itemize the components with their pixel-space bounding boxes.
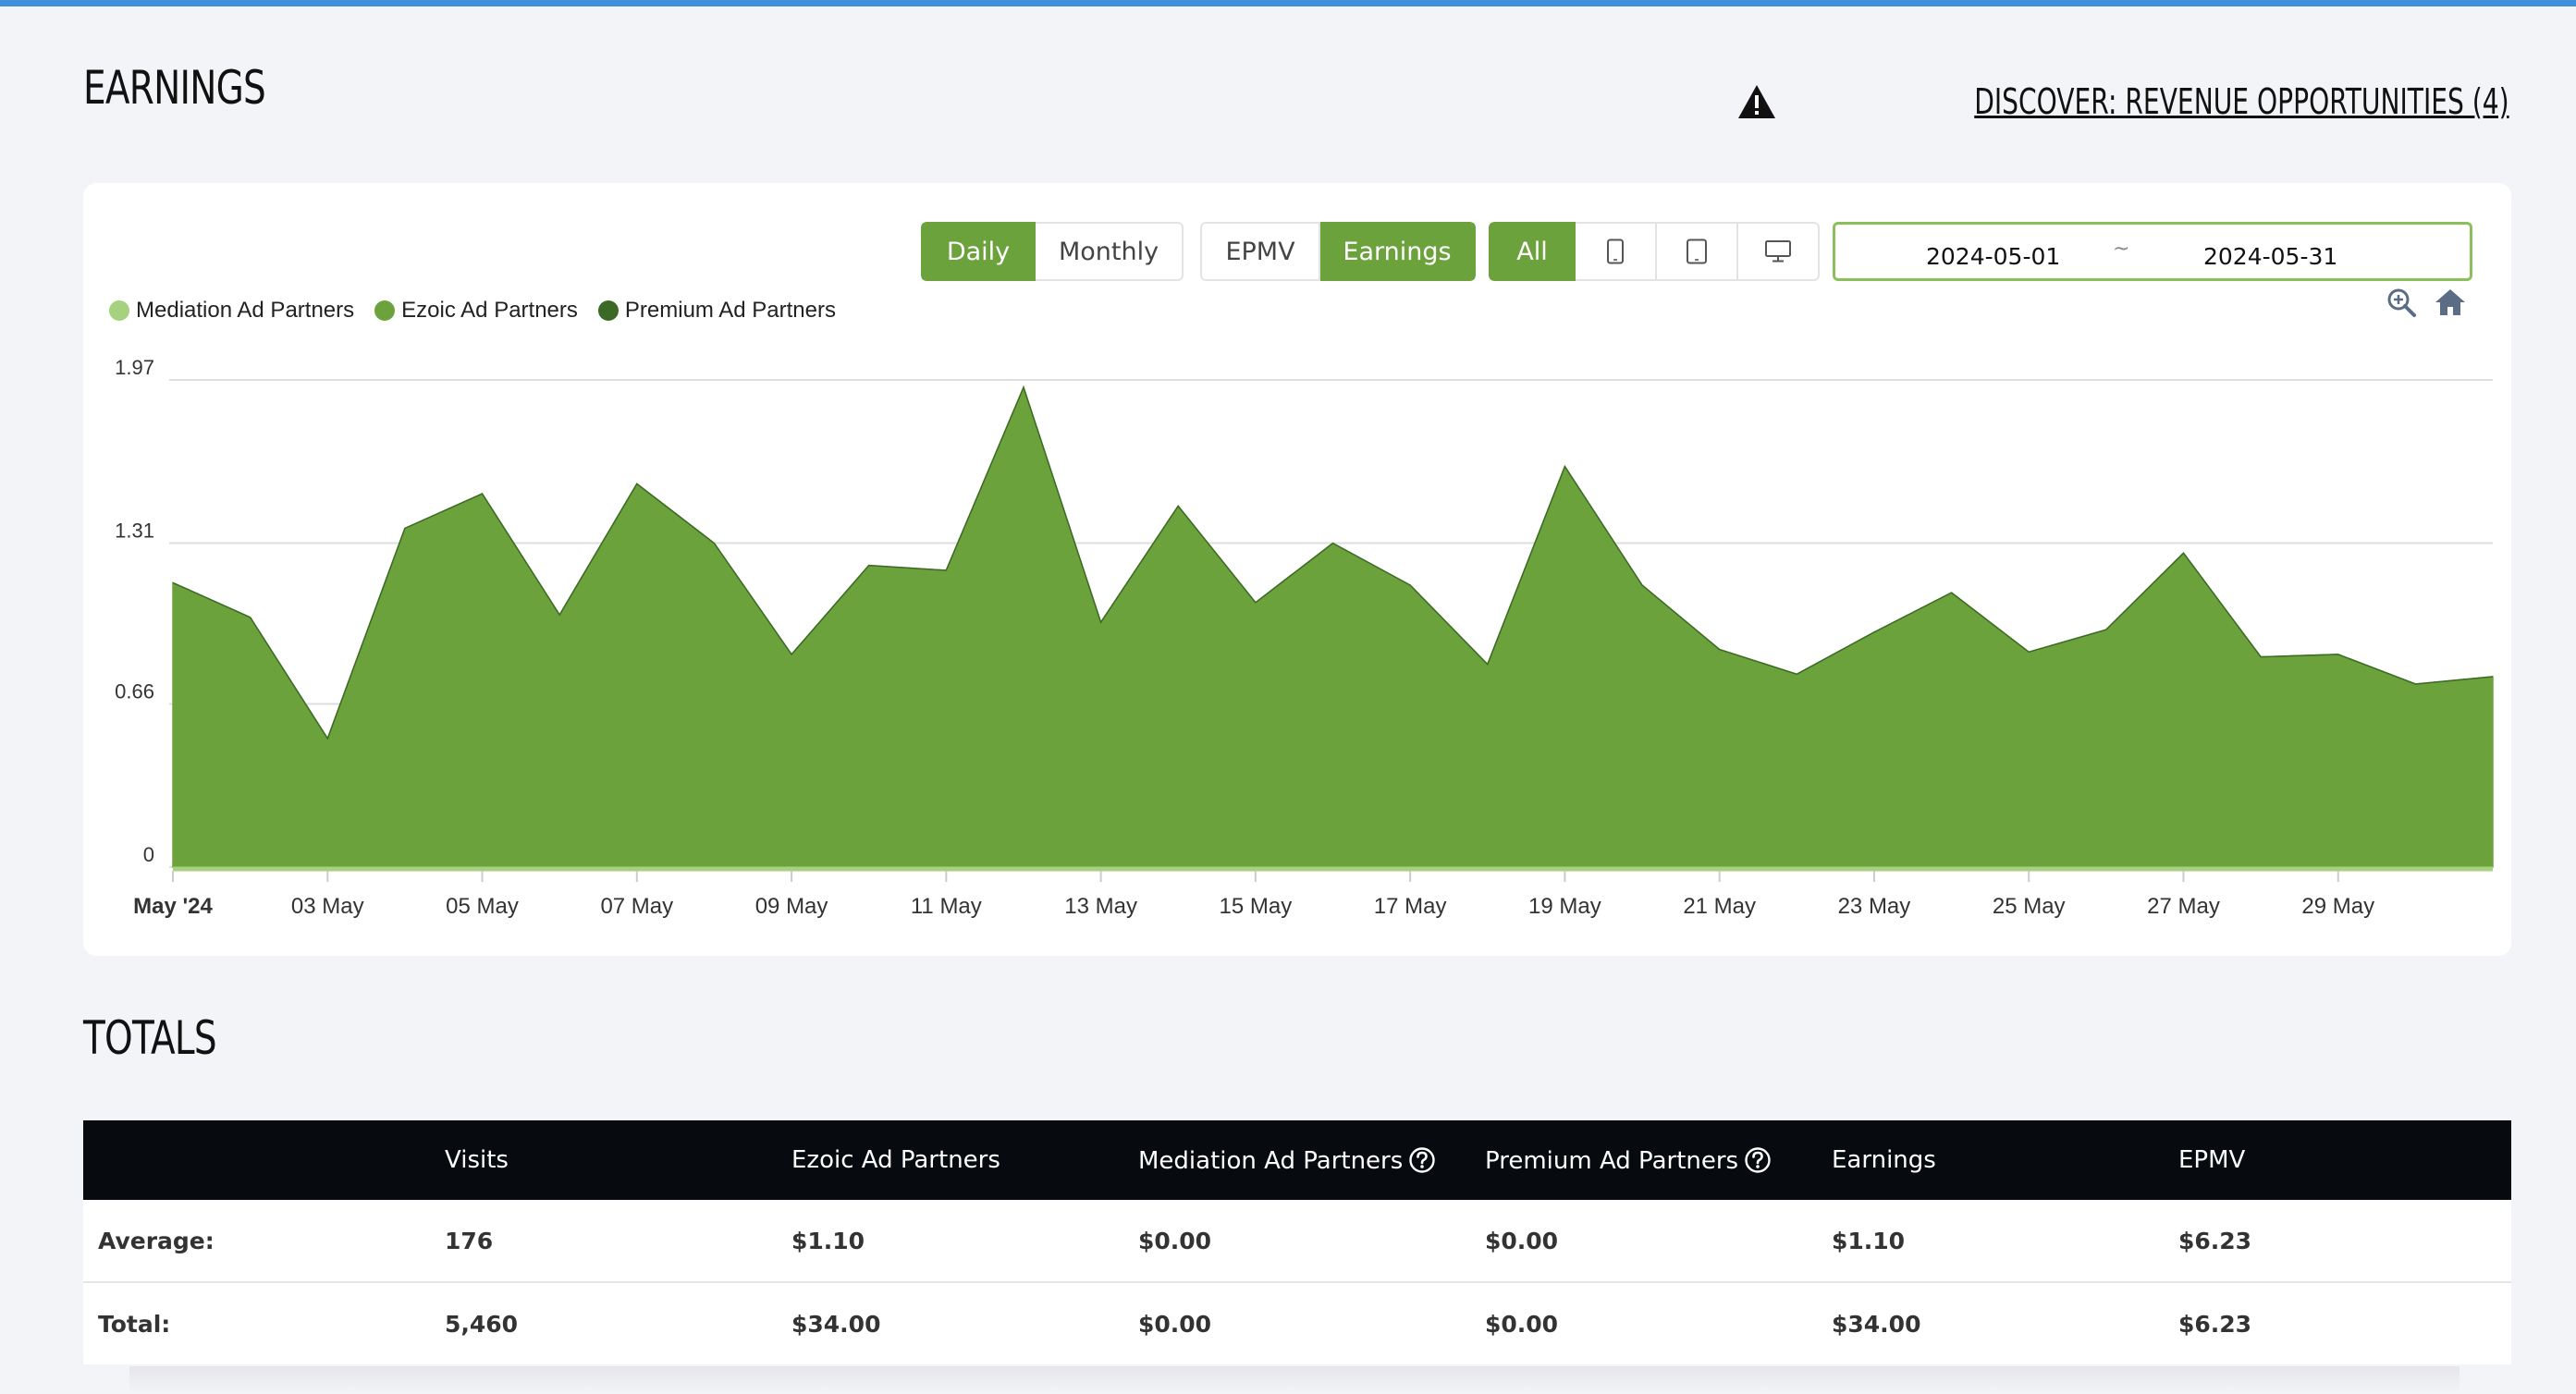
table-cell: $6.23 [2164, 1281, 2511, 1364]
x-tick-label: 17 May [1374, 894, 1447, 919]
discover-label: DISCOVER: REVENUE OPPORTUNITIES (4) [1974, 81, 2509, 122]
x-tick-label: 19 May [1528, 894, 1601, 919]
header-label: Visits [445, 1146, 509, 1174]
y-tick-label: 0 [143, 843, 154, 866]
table-cell: $0.00 [1485, 1227, 1559, 1254]
x-tick-label: 25 May [1993, 894, 2066, 919]
y-tick-label: 1.31 [115, 520, 154, 543]
totals-table: Visits Ezoic Ad Partners Mediation Ad Pa… [83, 1120, 2511, 1364]
table-row-total: Total: 5,460 $34.00 $0.00 $0.00 $34.00 $… [83, 1281, 2511, 1364]
header-label: Mediation Ad Partners [1138, 1146, 1404, 1175]
header-visits: Visits [430, 1120, 777, 1200]
header-ezoic: Ezoic Ad Partners [777, 1120, 1123, 1200]
table-cell: $0.00 [1138, 1227, 1212, 1254]
table-cell: Total: [83, 1281, 430, 1364]
table-cell: $1.10 [791, 1227, 865, 1254]
x-tick-label: May '24 [133, 894, 213, 919]
header-label: Ezoic Ad Partners [791, 1146, 1000, 1174]
table-cell: $34.00 [777, 1281, 1123, 1364]
bottom-shadow [129, 1366, 2459, 1394]
y-tick-label: 0.66 [115, 679, 154, 703]
discover-revenue-link[interactable]: DISCOVER: REVENUE OPPORTUNITIES (4) [1736, 81, 2509, 122]
table-cell: Average: [98, 1227, 215, 1254]
warning-icon [1738, 85, 1776, 118]
help-icon[interactable] [1408, 1146, 1436, 1174]
header-earnings: Earnings [1817, 1120, 2164, 1200]
table-cell: $34.00 [1817, 1281, 2164, 1364]
header-premium: Premium Ad Partners [1470, 1120, 1817, 1200]
header-epmv: EPMV [2164, 1120, 2511, 1200]
header-label: EPMV [2178, 1146, 2246, 1174]
earnings-chart-card: Daily Monthly EPMV Earnings All 2024-05-… [83, 183, 2511, 956]
table-cell: $1.10 [1832, 1227, 1906, 1254]
area-ezoic [172, 385, 2494, 868]
x-tick-label: 23 May [1838, 894, 1911, 919]
table-cell: $0.00 [1470, 1281, 1817, 1364]
x-tick-label: 29 May [2301, 894, 2374, 919]
table-cell: 5,460 [430, 1281, 777, 1364]
earnings-area-chart: 0 0.66 1.31 1.97 May '24 03 May 05 May 07 May 09… [115, 356, 2494, 919]
table-cell: $6.23 [2178, 1227, 2252, 1254]
y-tick-label: 1.97 [115, 356, 154, 379]
totals-header-row: Visits Ezoic Ad Partners Mediation Ad Pa… [83, 1120, 2511, 1200]
x-tick-label: 07 May [600, 894, 673, 919]
header-label: Earnings [1832, 1146, 1936, 1174]
table-row-average: Average: 176 $1.10 $0.00 $0.00 $1.10 $6.… [83, 1200, 2511, 1282]
help-icon[interactable] [1744, 1146, 1772, 1174]
x-tick-label: 15 May [1220, 894, 1293, 919]
x-tick-label: 03 May [291, 894, 364, 919]
top-accent-bar [0, 0, 2576, 6]
header-label: Premium Ad Partners [1485, 1146, 1739, 1175]
header-mediation: Mediation Ad Partners [1123, 1120, 1470, 1200]
earnings-title: EARNINGS [83, 61, 266, 115]
table-cell: $0.00 [1123, 1281, 1470, 1364]
x-tick-label: 05 May [446, 894, 519, 919]
header-blank [83, 1120, 430, 1200]
table-cell: 176 [445, 1227, 494, 1254]
x-tick-label: 11 May [911, 894, 982, 919]
x-tick-label: 27 May [2147, 894, 2220, 919]
x-tick-label: 13 May [1064, 894, 1137, 919]
x-tick-label: 21 May [1683, 894, 1756, 919]
x-tick-label: 09 May [755, 894, 828, 919]
totals-title: TOTALS [83, 1011, 217, 1065]
